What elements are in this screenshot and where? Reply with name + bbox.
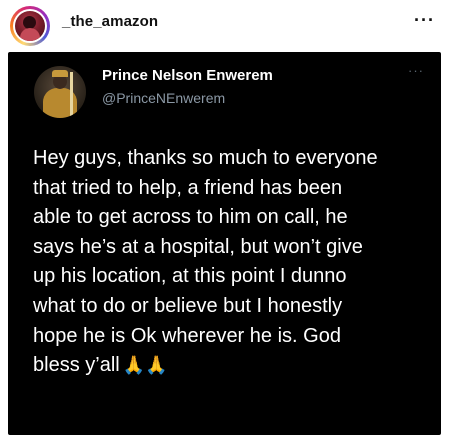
tweet-screenshot: Prince Nelson Enwerem @PrinceNEnwerem ··… [8, 52, 441, 435]
tweet-text-line: that tried to help, a friend has been [33, 176, 343, 199]
tweet-text-line: says he’s at a hospital, but won’t give [33, 235, 363, 258]
tweet-text-line: hope he is Ok wherever he is. God [33, 324, 341, 347]
tweet-text: Hey guys, thanks so much to everyone tha… [33, 144, 441, 381]
praying-hands-icon: 🙏🙏 [122, 355, 168, 377]
tweet-author-avatar [34, 66, 86, 118]
tweet-more-icon: ··· [408, 63, 424, 78]
profile-avatar[interactable] [10, 6, 50, 46]
tweet-text-line: what to do or believe but I honestly [33, 294, 343, 317]
more-options-icon[interactable]: ··· [414, 10, 435, 31]
tweet-text-line: up his location, at this point I dunno [33, 265, 347, 288]
tweet-text-line: Hey guys, thanks so much to everyone [33, 147, 378, 169]
tweet-author-handle: @PrinceNEnwerem [102, 90, 226, 106]
username[interactable]: _the_amazon [62, 13, 158, 30]
profile-photo [15, 11, 45, 41]
tweet-text-line: able to get across to him on call, he [33, 206, 348, 229]
tweet-text-line-last: bless y’all 🙏🙏 [33, 354, 168, 377]
instagram-post-header: _the_amazon ··· [0, 0, 449, 52]
tweet-author-name: Prince Nelson Enwerem [102, 67, 273, 84]
